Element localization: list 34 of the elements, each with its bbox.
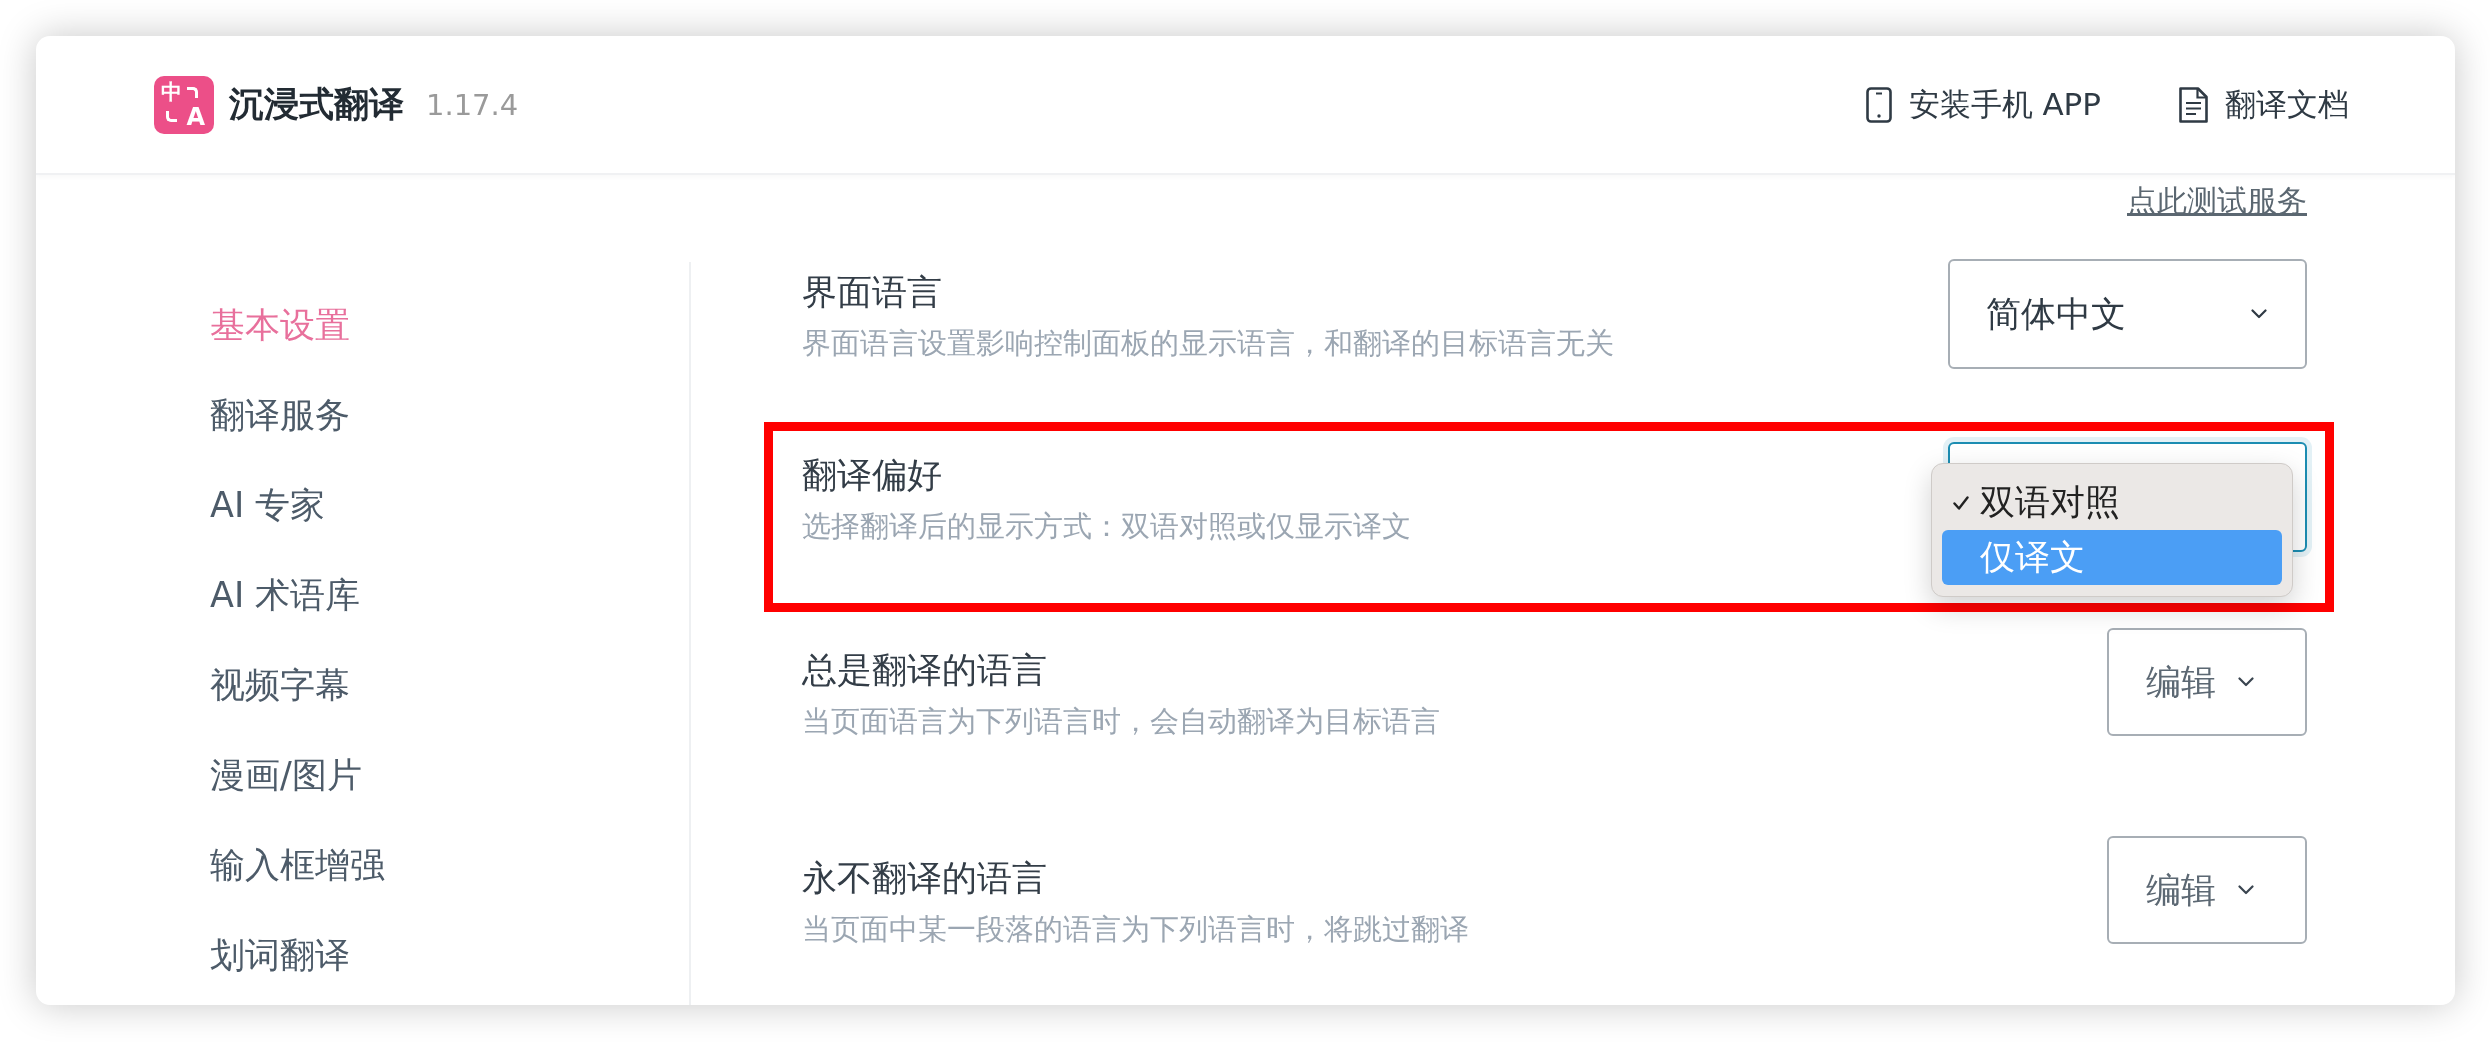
sidebar-item[interactable]: 漫画/图片: [210, 753, 362, 797]
setting-description: 界面语言设置影响控制面板的显示语言，和翻译的目标语言无关: [802, 325, 1614, 362]
setting-description: 当页面中某一段落的语言为下列语言时，将跳过翻译: [802, 911, 1469, 948]
sidebar-item[interactable]: AI 专家: [210, 483, 326, 527]
corner-bracket-icon: [165, 111, 177, 122]
dropdown-button[interactable]: 编辑: [2107, 836, 2307, 944]
docs-link[interactable]: 翻译文档: [2179, 83, 2349, 126]
install-app-link[interactable]: 安装手机 APP: [1865, 83, 2101, 126]
setting-title: 永不翻译的语言: [802, 857, 1048, 900]
sidebar-item[interactable]: 视频字幕: [210, 663, 350, 707]
test-service-link[interactable]: 点此测试服务: [2127, 183, 2307, 219]
logo-letter: A: [186, 104, 206, 129]
sidebar-item[interactable]: 翻译服务: [210, 393, 350, 437]
setting-title: 翻译偏好: [802, 454, 943, 497]
chevron-down-icon: [2238, 677, 2254, 687]
chevron-down-icon: [2251, 309, 2267, 319]
setting-title: 总是翻译的语言: [802, 649, 1048, 692]
logo-letter: 中: [160, 82, 182, 103]
app-title: 沉浸式翻译: [229, 83, 404, 126]
corner-bracket-icon: [186, 87, 198, 98]
dropdown-option[interactable]: 双语对照: [1942, 475, 2282, 530]
sidebar-item[interactable]: AI 术语库: [210, 573, 361, 617]
dropdown-select[interactable]: 简体中文: [1948, 259, 2307, 369]
dropdown-button[interactable]: 编辑: [2107, 628, 2307, 736]
setting-title: 界面语言: [802, 271, 943, 314]
sidebar-item[interactable]: 划词翻译: [210, 933, 350, 977]
phone-icon: [1865, 86, 1892, 123]
sidebar-item[interactable]: 输入框增强: [210, 843, 385, 887]
document-icon: [2179, 86, 2208, 123]
version-label: 1.17.4: [426, 87, 519, 122]
setting-description: 选择翻译后的显示方式：双语对照或仅显示译文: [802, 508, 1411, 545]
setting-description: 当页面语言为下列语言时，会自动翻译为目标语言: [802, 703, 1440, 740]
check-icon: [1953, 495, 1969, 510]
chevron-down-icon: [2238, 885, 2254, 895]
